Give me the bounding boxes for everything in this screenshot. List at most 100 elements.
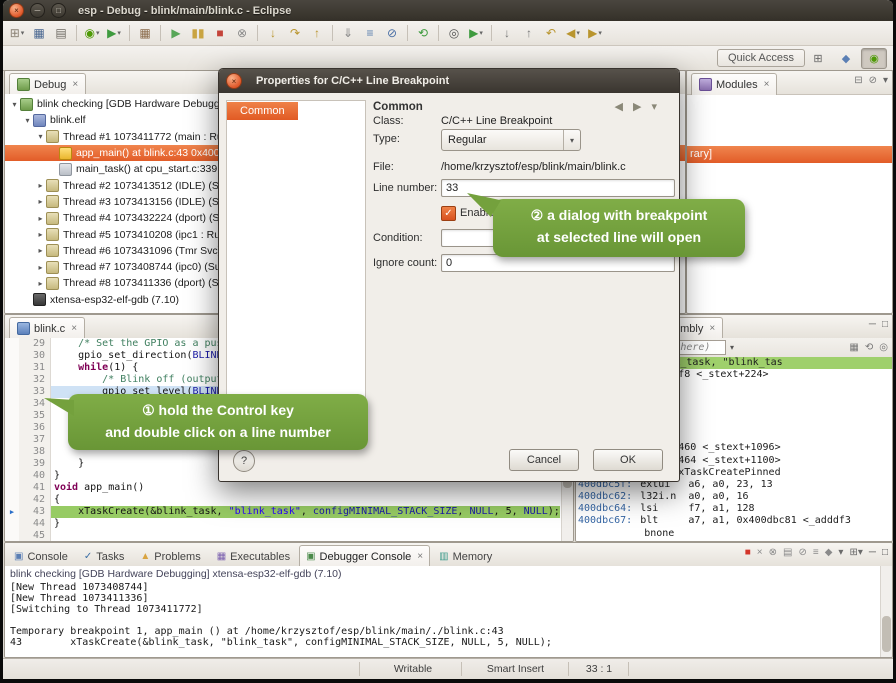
editor-line[interactable]: 44} [5, 518, 562, 530]
expand-arrow-icon[interactable]: ▾ [22, 116, 33, 125]
tab-console[interactable]: ▣Console [7, 546, 75, 566]
close-icon[interactable]: × [417, 551, 423, 562]
console-scrollbar[interactable] [880, 566, 892, 657]
open-perspective-button[interactable]: ⊞ [805, 48, 831, 69]
debug-icon[interactable]: ◉▾ [81, 23, 103, 43]
minimize-view-icon[interactable]: ─ [869, 548, 876, 558]
line-number[interactable]: 44 [19, 518, 51, 530]
enabled-checkbox[interactable]: ✓ [441, 206, 456, 221]
editor-line[interactable]: 41void app_main() [5, 482, 562, 494]
expand-arrow-icon[interactable]: ▾ [35, 132, 46, 141]
help-button[interactable]: ? [233, 450, 255, 472]
line-number[interactable]: 40 [19, 470, 51, 482]
sync-with-pc-icon[interactable]: ◎ [879, 343, 888, 353]
cpp-perspective-button[interactable]: ◆ [833, 48, 859, 69]
link-with-debug-icon[interactable]: ⊘ [869, 76, 877, 86]
expand-arrow-icon[interactable]: ▸ [35, 279, 46, 288]
next-annotation-icon[interactable]: ↓ [496, 23, 518, 43]
editor-line[interactable]: ▶43 xTaskCreate(&blink_task, "blink_task… [5, 506, 562, 518]
editor-line[interactable]: 45 [5, 530, 562, 541]
tab-blink-c[interactable]: blink.c × [9, 317, 85, 339]
expand-arrow-icon[interactable]: ▸ [35, 263, 46, 272]
print-icon[interactable]: ▤ [50, 23, 72, 43]
external-tools-icon[interactable]: ▶▾ [465, 23, 487, 43]
disassembly-row[interactable]: 400dbc64:lsi f7, a1, 128 [576, 503, 892, 515]
collapse-all-icon[interactable]: ⊟ [854, 76, 862, 86]
view-menu-icon[interactable]: ▾ [651, 100, 657, 113]
disassembly-row[interactable]: 400dbc62:l32i.n a0, a0, 16 [576, 491, 892, 503]
expand-arrow-icon[interactable]: ▸ [35, 230, 46, 239]
disassembly-row[interactable]: bnone [576, 528, 892, 540]
tab-debug[interactable]: Debug × [9, 73, 86, 95]
save-icon[interactable]: ▦ [28, 23, 50, 43]
line-number[interactable]: 39 [19, 458, 51, 470]
close-icon[interactable]: × [764, 79, 770, 90]
last-edit-location-icon[interactable]: ↶ [540, 23, 562, 43]
tab-tasks[interactable]: ✓Tasks [77, 546, 132, 566]
suspend-icon[interactable]: ▮▮ [187, 23, 209, 43]
line-number[interactable]: 33 [19, 386, 51, 398]
show-source-icon[interactable]: ▦ [849, 343, 858, 353]
tab-debugger-console[interactable]: ▣Debugger Console× [299, 545, 430, 567]
scrollbar-thumb[interactable] [882, 616, 891, 652]
disconnect-icon[interactable]: ⊗ [231, 23, 253, 43]
line-number[interactable]: 37 [19, 434, 51, 446]
terminate-icon[interactable]: ■ [209, 23, 231, 43]
remove-launch-icon[interactable]: × [757, 548, 763, 558]
previous-annotation-icon[interactable]: ↑ [518, 23, 540, 43]
restart-icon[interactable]: ⟲ [412, 23, 434, 43]
line-number[interactable]: 29 [19, 338, 51, 350]
run-icon[interactable]: ▶▾ [103, 23, 125, 43]
line-number[interactable]: 36 [19, 422, 51, 434]
tab-executables[interactable]: ▦Executables [210, 546, 297, 566]
debug-perspective-button[interactable]: ◉ [861, 48, 887, 69]
type-select[interactable]: Regular ▾ [441, 129, 581, 151]
remove-all-terminated-icon[interactable]: ⊗ [769, 548, 777, 558]
line-number[interactable]: 43 [19, 506, 51, 518]
line-number[interactable]: 41 [19, 482, 51, 494]
nav-item-common[interactable]: Common [227, 102, 298, 120]
window-close-button[interactable]: × [9, 3, 24, 18]
window-titlebar[interactable]: × ─ □ esp - Debug - blink/main/blink.c -… [3, 0, 893, 21]
cancel-button[interactable]: Cancel [509, 449, 579, 471]
tab-problems[interactable]: ▲Problems [133, 546, 207, 566]
tab-memory[interactable]: ▥Memory [432, 546, 499, 566]
back-arrow-icon[interactable]: ◀ [615, 100, 623, 113]
search-icon[interactable]: ◎ [443, 23, 465, 43]
terminate-icon[interactable]: ■ [745, 548, 751, 558]
line-number[interactable]: 30 [19, 350, 51, 362]
expand-arrow-icon[interactable]: ▸ [35, 181, 46, 190]
pin-console-icon[interactable]: ◆ [825, 548, 833, 558]
word-wrap-icon[interactable]: ≡ [813, 548, 819, 558]
expand-arrow-icon[interactable]: ▸ [35, 214, 46, 223]
line-number[interactable]: 45 [19, 530, 51, 541]
clear-console-icon[interactable]: ▤ [783, 548, 792, 558]
new-icon[interactable]: ⊞▾ [6, 23, 28, 43]
module-item-selected[interactable]: rary] [687, 146, 892, 163]
build-icon[interactable]: ▦ [134, 23, 156, 43]
refresh-view-icon[interactable]: ⟲ [865, 343, 873, 353]
line-number-input[interactable] [441, 179, 675, 197]
window-maximize-button[interactable]: □ [51, 3, 66, 18]
maximize-view-icon[interactable]: □ [882, 548, 888, 558]
close-icon[interactable]: × [71, 323, 77, 334]
ok-button[interactable]: OK [593, 449, 663, 471]
view-menu-icon[interactable]: ▾ [883, 76, 888, 86]
step-over-icon[interactable]: ↷ [284, 23, 306, 43]
line-number[interactable]: 42 [19, 494, 51, 506]
forward-icon[interactable]: ▶▾ [584, 23, 606, 43]
expand-arrow-icon[interactable]: ▸ [35, 197, 46, 206]
dialog-close-button[interactable]: × [226, 73, 242, 89]
back-icon[interactable]: ◀▾ [562, 23, 584, 43]
open-console-icon[interactable]: ⊞▾ [849, 548, 862, 558]
minimize-view-icon[interactable]: ─ [869, 320, 876, 330]
skip-all-breakpoints-icon[interactable]: ⊘ [381, 23, 403, 43]
resume-icon[interactable]: ▶ [165, 23, 187, 43]
expand-arrow-icon[interactable]: ▸ [35, 246, 46, 255]
editor-line[interactable]: 42{ [5, 494, 562, 506]
close-icon[interactable]: × [72, 79, 78, 90]
scroll-lock-icon[interactable]: ⊘ [798, 548, 806, 558]
step-return-icon[interactable]: ↑ [306, 23, 328, 43]
quick-access-button[interactable]: Quick Access [717, 49, 805, 67]
maximize-view-icon[interactable]: □ [882, 320, 888, 330]
